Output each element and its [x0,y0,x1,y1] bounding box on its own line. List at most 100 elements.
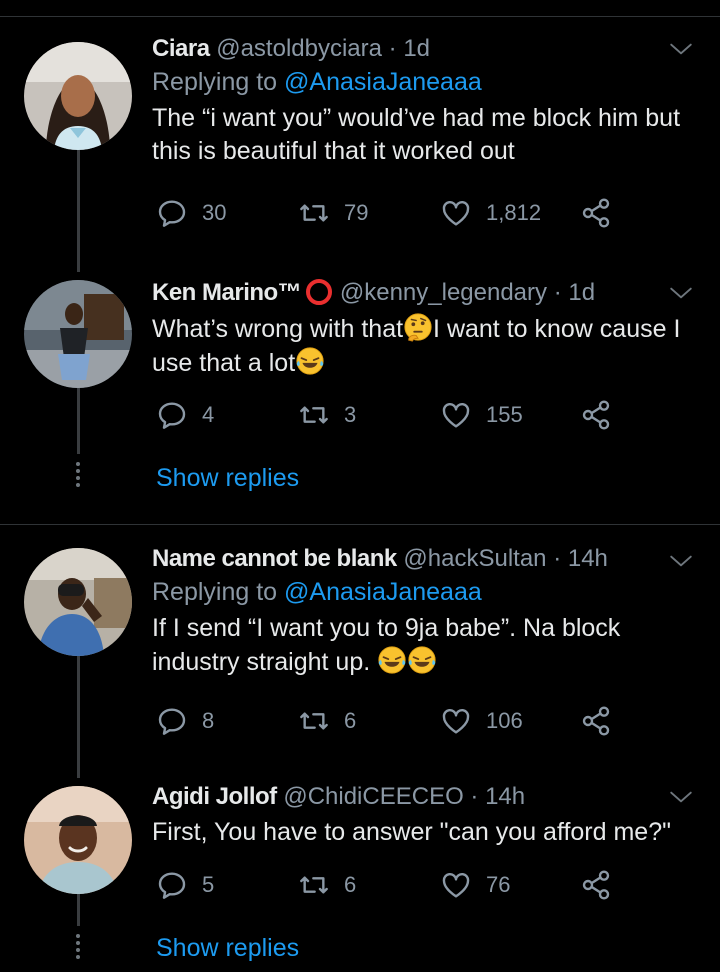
share-button[interactable] [580,196,612,230]
timestamp[interactable]: · 1d [389,35,430,62]
timestamp[interactable]: · 14h [553,545,608,572]
circle-emoji [306,279,333,305]
reply-count: 4 [202,402,215,427]
retweet-count: 3 [344,402,357,427]
avatar[interactable] [24,42,132,150]
like-icon [440,705,472,737]
replying-prefix: Replying to [152,578,285,606]
avatar[interactable] [24,548,132,656]
thinking-emoji [403,312,433,342]
tweet-actions: 5 6 76 [156,868,616,902]
tweet-header: Agidi Jollof @ChidiCEECEO · 14h [152,782,692,812]
avatar[interactable] [24,280,132,388]
reply-button[interactable]: 4 [156,398,214,432]
retweet-button[interactable]: 6 [298,868,356,902]
tweet[interactable]: Agidi Jollof @ChidiCEECEO · 14h First, Y… [152,782,692,849]
laughing-emoji [295,346,325,376]
show-replies-link[interactable]: Show replies [156,934,299,963]
tweet-text: What’s wrong with that I want to know cau… [152,312,692,380]
thread-dots [76,934,81,962]
thread-line [77,894,80,926]
like-icon [440,869,472,901]
like-button[interactable]: 155 [440,398,523,432]
reply-icon [156,705,188,737]
display-name[interactable]: Ciara [152,35,210,62]
chevron-down-icon[interactable] [668,784,694,810]
like-count: 1,812 [486,200,542,225]
top-divider [0,16,720,17]
handle[interactable]: @astoldbyciara [216,35,382,62]
display-name[interactable]: Ken Marino™ [152,279,302,306]
reply-icon [156,399,188,431]
share-icon [580,399,612,431]
tweet-header: Ken Marino™ @kenny_legendary · 1d [152,278,692,308]
tweet[interactable]: Ken Marino™ @kenny_legendary · 1d What’s… [152,278,692,380]
reply-count: 5 [202,872,215,897]
reply-icon [156,869,188,901]
retweet-count: 6 [344,872,357,897]
reply-count: 8 [202,708,215,733]
retweet-icon [298,705,330,737]
tweet-header: Name cannot be blank @hackSultan · 14h [152,544,692,574]
timestamp[interactable]: · 14h [470,783,525,810]
tweet-actions: 30 79 1,812 [156,196,616,230]
like-count: 106 [486,708,523,733]
reply-icon [156,197,188,229]
replying-to: Replying to @AnasiaJaneaaa [152,66,692,98]
timestamp[interactable]: · 1d [554,279,595,306]
display-name[interactable]: Agidi Jollof [152,783,277,810]
display-name[interactable]: Name cannot be blank [152,545,397,572]
like-icon [440,399,472,431]
tweet-text: If I send “I want you to 9ja babe”. Na b… [152,612,692,679]
tweet-text-part: What’s wrong with that [152,315,404,343]
chevron-down-icon[interactable] [668,36,694,62]
tweet-text: The “i want you” would’ve had me block h… [152,104,681,165]
chevron-down-icon[interactable] [668,548,694,574]
like-button[interactable]: 106 [440,704,523,738]
reply-button[interactable]: 30 [156,196,226,230]
like-button[interactable]: 1,812 [440,196,541,230]
tweet-text: First, You have to answer "can you affor… [152,818,671,846]
reply-button[interactable]: 8 [156,704,214,738]
chevron-down-icon[interactable] [668,280,694,306]
tweet-actions: 8 6 106 [156,704,616,738]
like-icon [440,197,472,229]
retweet-icon [298,869,330,901]
replying-prefix: Replying to [152,68,285,96]
tweet[interactable]: Name cannot be blank @hackSultan · 14h R… [152,544,692,679]
retweet-count: 6 [344,708,357,733]
like-count: 76 [486,872,511,897]
reply-button[interactable]: 5 [156,868,214,902]
laughing-emoji [407,645,437,675]
share-button[interactable] [580,868,612,902]
mention-link[interactable]: @AnasiaJaneaaa [284,578,482,606]
thread-dots [76,462,81,490]
thread-line [77,656,80,778]
avatar[interactable] [24,786,132,894]
handle[interactable]: @ChidiCEECEO [283,783,463,810]
laughing-emoji [377,645,407,675]
reply-count: 30 [202,200,227,225]
like-count: 155 [486,402,523,427]
retweet-button[interactable]: 79 [298,196,368,230]
replying-to: Replying to @AnasiaJaneaaa [152,576,692,608]
thread-line [77,150,80,272]
like-button[interactable]: 76 [440,868,510,902]
retweet-icon [298,399,330,431]
tweet-header: Ciara @astoldbyciara · 1d [152,34,692,64]
share-button[interactable] [580,704,612,738]
retweet-icon [298,197,330,229]
handle[interactable]: @kenny_legendary [340,279,547,306]
show-replies-link[interactable]: Show replies [156,464,299,493]
section-divider [0,524,720,525]
mention-link[interactable]: @AnasiaJaneaaa [284,68,482,96]
share-button[interactable] [580,398,612,432]
tweet-actions: 4 3 155 [156,398,616,432]
retweet-button[interactable]: 3 [298,398,356,432]
tweet[interactable]: Ciara @astoldbyciara · 1d Replying to @A… [152,34,692,168]
retweet-button[interactable]: 6 [298,704,356,738]
handle[interactable]: @hackSultan [403,545,546,572]
share-icon [580,869,612,901]
share-icon [580,705,612,737]
retweet-count: 79 [344,200,369,225]
